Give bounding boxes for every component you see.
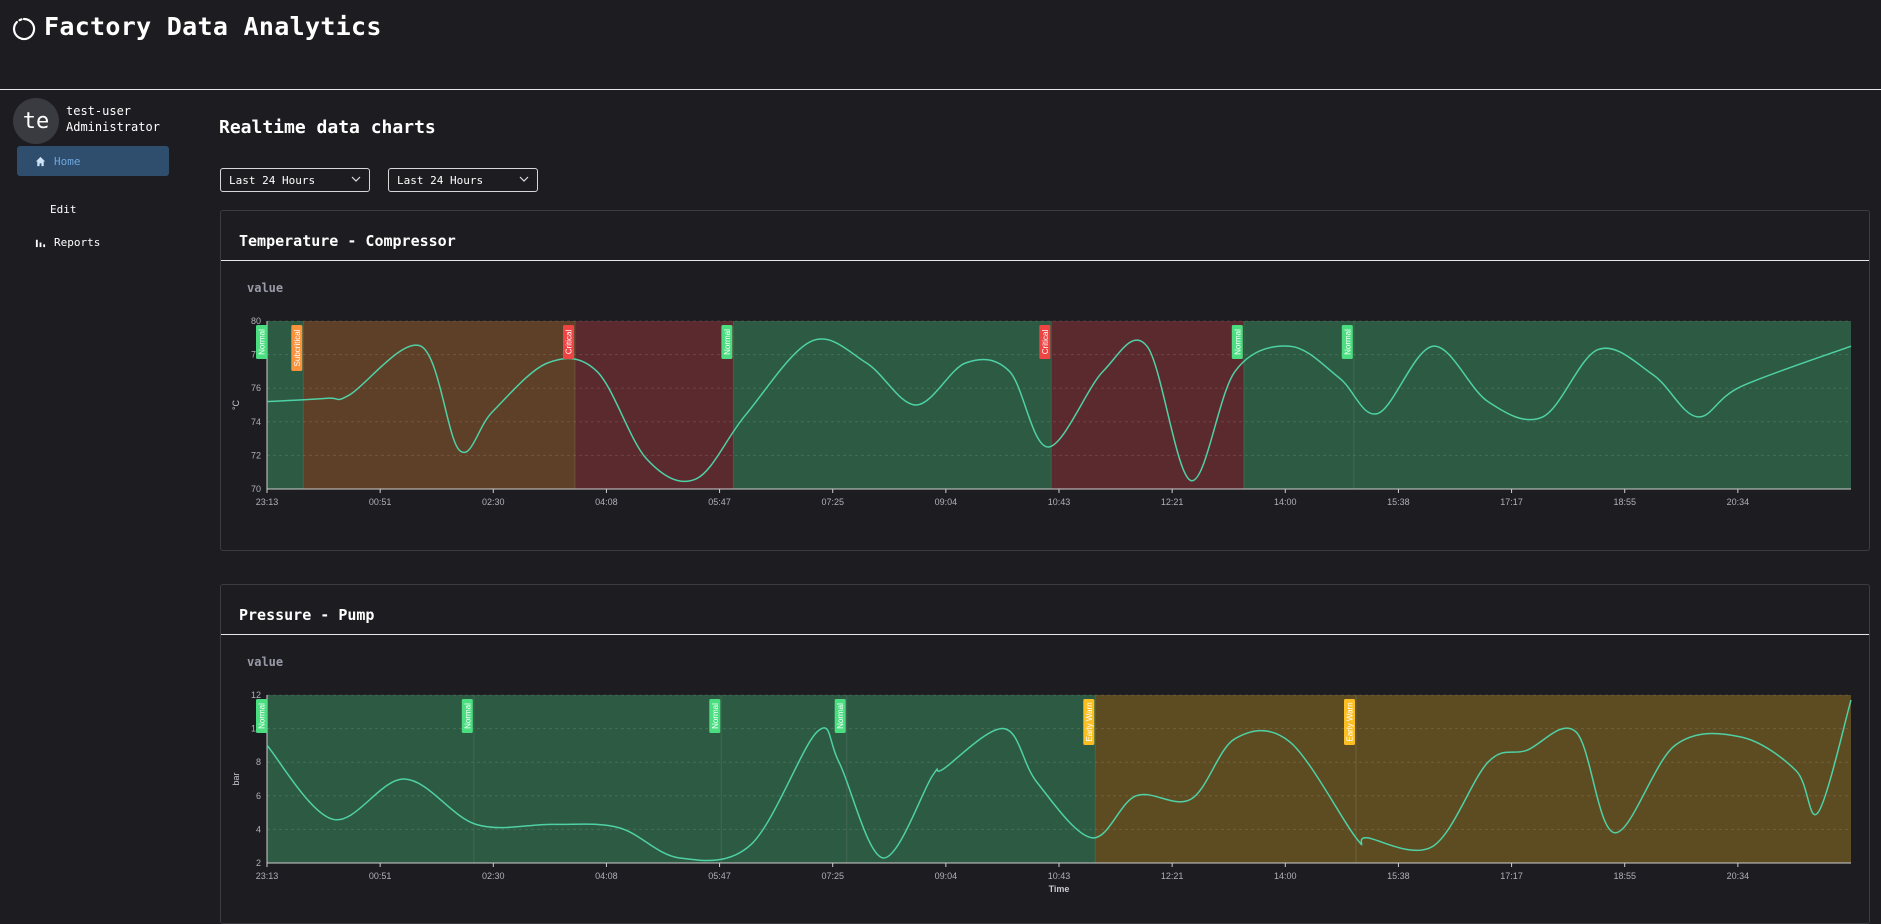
chart-subtitle: value [247, 655, 284, 669]
chevron-down-icon [351, 176, 361, 182]
status-band [267, 695, 474, 863]
time-range-select-2[interactable]: Last 24 Hours [388, 168, 538, 192]
x-tick-label: 10:43 [1048, 497, 1071, 507]
status-tag-label: Normal [258, 703, 267, 729]
time-range-select-2-value: Last 24 Hours [397, 173, 484, 187]
sidebar-item-home-label: Home [54, 154, 81, 168]
x-tick-label: 17:17 [1500, 497, 1523, 507]
x-tick-label: 10:43 [1048, 871, 1071, 881]
card-divider [221, 634, 1869, 635]
y-tick-label: 74 [251, 417, 261, 427]
temperature-chart[interactable]: 70727476788023:13 00:51 02:30 04:08 05:47 07:… [221, 311, 1869, 511]
status-tag-label: Normal [836, 703, 845, 729]
x-tick-label: 20:34 [1727, 871, 1750, 881]
status-tag-label: Normal [1343, 329, 1352, 355]
sidebar-item-reports[interactable]: Reports [17, 227, 169, 257]
x-tick-label: 14:00 [1274, 871, 1297, 881]
y-tick-label: 6 [256, 791, 261, 801]
y-tick-label: 80 [251, 316, 261, 326]
status-band [721, 695, 847, 863]
x-tick-label: 02:30 [482, 871, 505, 881]
x-tick-label: 07:25 [821, 497, 844, 507]
y-axis-label: °C [231, 399, 241, 410]
pressure-chart[interactable]: 2468101223:13 00:51 02:30 04:08 05:47 07:25 09… [221, 685, 1869, 915]
status-tag-label: Early Warn [1346, 702, 1355, 741]
x-tick-label: 09:04 [935, 871, 958, 881]
y-tick-label: 2 [256, 858, 261, 868]
status-tag-label: Normal [711, 703, 720, 729]
sidebar-item-edit[interactable]: Edit [17, 194, 169, 224]
x-tick-label: 17:17 [1500, 871, 1523, 881]
time-range-select-1[interactable]: Last 24 Hours [220, 168, 370, 192]
status-tag-label: Normal [1233, 329, 1242, 355]
x-tick-label: 18:55 [1613, 497, 1636, 507]
home-icon [35, 156, 46, 166]
x-tick-label: 00:51 [369, 871, 392, 881]
x-axis-label: Time [1049, 510, 1070, 511]
chart-card-title: Pressure - Pump [239, 606, 375, 624]
x-tick-label: 12:21 [1161, 497, 1184, 507]
x-tick-label: 00:51 [369, 497, 392, 507]
avatar[interactable]: te [13, 98, 59, 144]
status-band [575, 321, 734, 489]
chart-card-title: Temperature - Compressor [239, 232, 456, 250]
y-axis-label: bar [231, 772, 241, 785]
status-band [1095, 695, 1356, 863]
status-band [846, 695, 1096, 863]
app-logo-icon [12, 17, 36, 41]
y-tick-label: 76 [251, 383, 261, 393]
status-band [473, 695, 722, 863]
bar-chart-icon [35, 239, 46, 247]
x-tick-label: 04:08 [595, 871, 618, 881]
sidebar-item-edit-label: Edit [50, 202, 77, 216]
x-tick-label: 05:47 [708, 497, 731, 507]
x-tick-label: 15:38 [1387, 497, 1410, 507]
y-tick-label: 12 [251, 690, 261, 700]
status-tag-label: Normal [463, 703, 472, 729]
status-band [733, 321, 1052, 489]
x-tick-label: 04:08 [595, 497, 618, 507]
chart-card-pressure: Pressure - Pump value 2 4 6 8 10 12 23:13 00:51… [220, 584, 1870, 924]
card-divider [221, 260, 1869, 261]
status-band [1353, 321, 1851, 489]
chevron-down-icon [519, 176, 529, 182]
x-tick-label: 15:38 [1387, 871, 1410, 881]
y-tick-label: 4 [256, 824, 261, 834]
x-tick-label: 07:25 [821, 871, 844, 881]
x-tick-label: 20:34 [1727, 497, 1750, 507]
y-tick-label: 70 [251, 484, 261, 494]
x-axis-label: Time [1049, 884, 1070, 894]
x-tick-label: 12:21 [1161, 871, 1184, 881]
x-tick-label: 18:55 [1613, 871, 1636, 881]
sidebar-item-reports-label: Reports [54, 235, 101, 249]
page-title: Realtime data charts [219, 117, 436, 138]
status-tag-label: Early Warn [1085, 702, 1094, 741]
status-tag-label: Critical [1041, 330, 1050, 355]
status-band [1356, 695, 1851, 863]
status-tag-label: Normal [258, 329, 267, 355]
x-tick-label: 02:30 [482, 497, 505, 507]
x-tick-label: 23:13 [256, 497, 279, 507]
status-band [1243, 321, 1354, 489]
time-range-select-1-value: Last 24 Hours [229, 173, 316, 187]
x-tick-label: 23:13 [256, 871, 279, 881]
x-tick-label: 05:47 [708, 871, 731, 881]
y-tick-label: 8 [256, 757, 261, 767]
status-tag-label: Subcritical [293, 329, 302, 366]
app-header: Factory Data Analytics [0, 0, 1881, 90]
sidebar-item-home[interactable]: Home [17, 146, 169, 176]
x-tick-label: 14:00 [1274, 497, 1297, 507]
status-band [303, 321, 575, 489]
user-role: Administrator [66, 120, 160, 134]
chart-subtitle: value [247, 281, 284, 295]
app-title: Factory Data Analytics [44, 12, 382, 41]
chart-card-temperature: Temperature - Compressor value 70 72 74 76 7… [220, 210, 1870, 551]
status-tag-label: Normal [723, 329, 732, 355]
user-name: test-user [66, 104, 132, 118]
x-tick-label: 09:04 [935, 497, 958, 507]
status-tag-label: Critical [565, 330, 574, 355]
y-tick-label: 72 [251, 450, 261, 460]
